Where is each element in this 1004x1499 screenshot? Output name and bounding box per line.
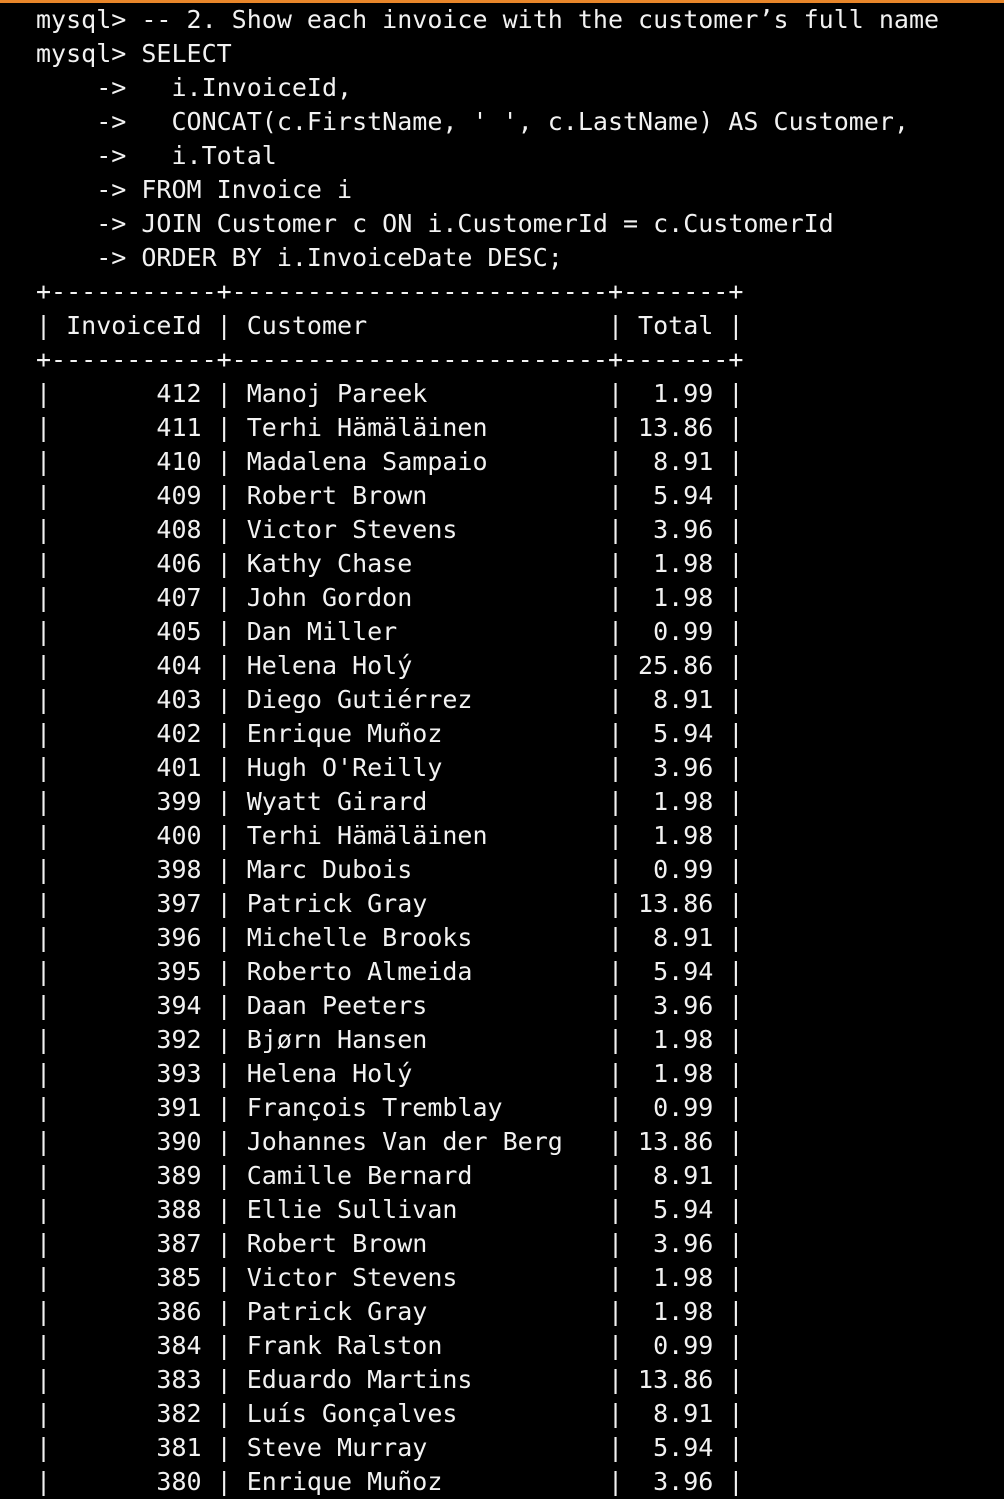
table-row: | 403 | Diego Gutiérrez | 8.91 |	[36, 685, 744, 714]
table-row: | 406 | Kathy Chase | 1.98 |	[36, 549, 744, 578]
table-top-border: +-----------+-------------------------+-…	[36, 277, 744, 306]
table-row: | 405 | Dan Miller | 0.99 |	[36, 617, 744, 646]
table-row: | 411 | Terhi Hämäläinen | 13.86 |	[36, 413, 744, 442]
table-row: | 394 | Daan Peeters | 3.96 |	[36, 991, 744, 1020]
table-row: | 386 | Patrick Gray | 1.98 |	[36, 1297, 744, 1326]
sql-continuation-line: -> JOIN Customer c ON i.CustomerId = c.C…	[36, 209, 834, 238]
sql-continuation-line: -> ORDER BY i.InvoiceDate DESC;	[36, 243, 563, 272]
table-row: | 390 | Johannes Van der Berg | 13.86 |	[36, 1127, 744, 1156]
table-row: | 402 | Enrique Muñoz | 5.94 |	[36, 719, 744, 748]
table-row: | 388 | Ellie Sullivan | 5.94 |	[36, 1195, 744, 1224]
table-header-separator: +-----------+-------------------------+-…	[36, 345, 744, 374]
table-row: | 389 | Camille Bernard | 8.91 |	[36, 1161, 744, 1190]
table-row: | 384 | Frank Ralston | 0.99 |	[36, 1331, 744, 1360]
table-row: | 393 | Helena Holý | 1.98 |	[36, 1059, 744, 1088]
sql-continuation-line: -> i.InvoiceId,	[36, 73, 353, 102]
sql-continuation-line: -> CONCAT(c.FirstName, ' ', c.LastName) …	[36, 107, 909, 136]
table-row: | 387 | Robert Brown | 3.96 |	[36, 1229, 744, 1258]
table-row: | 397 | Patrick Gray | 13.86 |	[36, 889, 744, 918]
table-row: | 412 | Manoj Pareek | 1.99 |	[36, 379, 744, 408]
table-row: | 399 | Wyatt Girard | 1.98 |	[36, 787, 744, 816]
table-row: | 383 | Eduardo Martins | 13.86 |	[36, 1365, 744, 1394]
table-row: | 382 | Luís Gonçalves | 8.91 |	[36, 1399, 744, 1428]
table-row: | 398 | Marc Dubois | 0.99 |	[36, 855, 744, 884]
terminal-output[interactable]: mysql> -- 2. Show each invoice with the …	[36, 3, 1004, 1499]
table-row: | 396 | Michelle Brooks | 8.91 |	[36, 923, 744, 952]
sql-select-line: mysql> SELECT	[36, 39, 232, 68]
table-header-row: | InvoiceId | Customer | Total |	[36, 311, 744, 340]
table-row: | 408 | Victor Stevens | 3.96 |	[36, 515, 744, 544]
table-row: | 392 | Bjørn Hansen | 1.98 |	[36, 1025, 744, 1054]
table-row: | 385 | Victor Stevens | 1.98 |	[36, 1263, 744, 1292]
table-row: | 391 | François Tremblay | 0.99 |	[36, 1093, 744, 1122]
table-row: | 401 | Hugh O'Reilly | 3.96 |	[36, 753, 744, 782]
table-row: | 381 | Steve Murray | 5.94 |	[36, 1433, 744, 1462]
table-row: | 400 | Terhi Hämäläinen | 1.98 |	[36, 821, 744, 850]
table-row: | 409 | Robert Brown | 5.94 |	[36, 481, 744, 510]
table-row: | 395 | Roberto Almeida | 5.94 |	[36, 957, 744, 986]
sql-continuation-line: -> FROM Invoice i	[36, 175, 353, 204]
table-body: | 412 | Manoj Pareek | 1.99 | | 411 | Ter…	[36, 377, 1004, 1499]
table-row: | 410 | Madalena Sampaio | 8.91 |	[36, 447, 744, 476]
table-row: | 380 | Enrique Muñoz | 3.96 |	[36, 1467, 744, 1496]
table-row: | 404 | Helena Holý | 25.86 |	[36, 651, 744, 680]
sql-continuation-line: -> i.Total	[36, 141, 277, 170]
table-row: | 407 | John Gordon | 1.98 |	[36, 583, 744, 612]
sql-comment-line: mysql> -- 2. Show each invoice with the …	[36, 5, 940, 34]
